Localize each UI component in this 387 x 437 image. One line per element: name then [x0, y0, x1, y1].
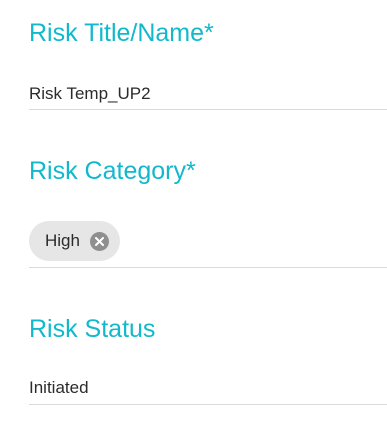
risk-category-field: Risk Category* High [29, 156, 387, 270]
risk-status-input[interactable]: Initiated [29, 378, 387, 398]
risk-status-field: Risk Status Initiated [29, 314, 387, 408]
risk-category-label: Risk Category* [29, 157, 196, 185]
risk-title-field: Risk Title/Name* Risk Temp_UP2 [29, 18, 387, 112]
category-chip-high[interactable]: High [29, 221, 120, 261]
risk-title-underline [29, 109, 387, 110]
category-chip-label: High [45, 231, 80, 250]
risk-status-underline [29, 404, 387, 405]
risk-title-label: Risk Title/Name* [29, 19, 214, 47]
risk-status-label: Risk Status [29, 315, 156, 343]
close-circle-icon[interactable] [89, 231, 109, 251]
risk-title-input[interactable]: Risk Temp_UP2 [29, 84, 387, 104]
risk-category-underline [29, 267, 387, 268]
